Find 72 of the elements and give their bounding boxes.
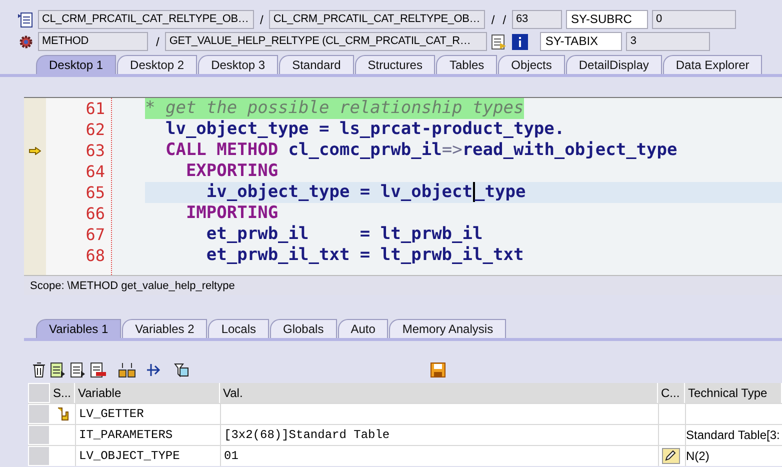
tab[interactable]: Variables 1 — [36, 319, 122, 338]
tab[interactable]: Globals — [270, 319, 337, 338]
row-selector[interactable] — [28, 383, 50, 403]
column-header[interactable]: S... — [50, 383, 75, 403]
code-line: et_prwb_il_txt = lt_prwb_il_txt — [205, 245, 524, 266]
gear-icon — [18, 34, 34, 50]
column-header[interactable]: Technical Type — [685, 383, 782, 403]
code-line: IMPORTING — [184, 203, 278, 224]
table-cell: [3x2(68)]Standard Table — [220, 425, 658, 445]
tab[interactable]: Desktop 3 — [198, 55, 278, 74]
scope-text: Scope: \METHOD get_value_help_reltype — [29, 280, 235, 292]
delete-row-icon — [90, 362, 106, 378]
tab[interactable]: Desktop 1 — [36, 55, 116, 74]
line-number: 65 — [84, 182, 106, 203]
event-field: GET_VALUE_HELP_RELTYPE (CL_CRM_PRCATIL_CAT_R… — [165, 32, 488, 51]
status-icon — [56, 407, 68, 421]
tab[interactable]: Auto — [338, 319, 388, 338]
table-cell: LV_GETTER — [75, 404, 220, 424]
tab[interactable]: Tables — [436, 55, 498, 74]
line-number: 62 — [84, 119, 106, 140]
save-icon — [430, 362, 446, 378]
trash-icon — [32, 362, 46, 378]
technical-type-text: Standard Table[3: — [686, 427, 780, 444]
table-cell: 01 — [220, 446, 658, 466]
table-cell: IT_PARAMETERS — [75, 425, 220, 445]
list-icon — [491, 34, 508, 50]
system-field-name: SY-TABIX — [540, 32, 622, 51]
program-field: CL_CRM_PRCATIL_CAT_RELTYPE_OB… — [38, 10, 254, 29]
code-line: et_prwb_il = lt_prwb_il — [205, 224, 483, 245]
separator-text: / — [259, 12, 264, 28]
line-number: 64 — [84, 161, 106, 182]
system-field-value: 3 — [626, 32, 710, 51]
tab[interactable]: DetailDisplay — [566, 55, 662, 74]
line-number: 67 — [84, 224, 106, 245]
append-row-icon — [70, 362, 86, 378]
table-cell: LV_OBJECT_TYPE — [75, 446, 220, 466]
tab[interactable]: Memory Analysis — [389, 319, 506, 338]
row-selector[interactable] — [28, 446, 50, 466]
row-selector[interactable] — [28, 404, 50, 424]
filter-icon — [174, 362, 190, 378]
tab[interactable]: Desktop 2 — [117, 55, 198, 74]
info-icon — [512, 34, 528, 50]
system-field-value: 0 — [652, 10, 736, 29]
pencil-icon — [662, 448, 680, 464]
include-field: CL_CRM_PRCATIL_CAT_RELTYPE_OB… — [269, 10, 486, 29]
line-number: 63 — [84, 140, 106, 161]
separator-text: / — [155, 34, 160, 50]
separator-text: / — [490, 12, 496, 28]
tab[interactable]: Variables 2 — [122, 319, 208, 338]
tab[interactable]: Structures — [354, 55, 436, 74]
tab[interactable]: Locals — [208, 319, 269, 338]
line-number: 61 — [84, 98, 106, 119]
tab[interactable]: Objects — [498, 55, 565, 74]
column-header[interactable]: C... — [658, 383, 685, 403]
tab[interactable]: Standard — [279, 55, 354, 74]
line-number: 66 — [84, 203, 106, 224]
event-type-field: METHOD — [38, 32, 148, 51]
line-field: 63 — [512, 10, 562, 29]
column-header[interactable]: Val. — [220, 383, 658, 403]
row-selector[interactable] — [28, 425, 50, 445]
code-line: CALL METHOD cl_comc_prwb_il=>read_with_object_type — [164, 140, 678, 161]
insert-row-icon — [50, 362, 66, 378]
tab[interactable]: Data Explorer — [662, 55, 762, 74]
column-header[interactable]: Variable — [75, 383, 220, 403]
document-icon — [18, 12, 34, 28]
line-number: 68 — [84, 245, 106, 266]
separator-text: / — [502, 12, 508, 28]
code-line: EXPORTING — [184, 161, 278, 182]
technical-type-text: N(2) — [686, 448, 710, 465]
code-line: lv_object_type = ls_prcat-product_type. — [164, 119, 565, 140]
system-field-name: SY-SUBRC — [566, 10, 648, 29]
boxes-icon — [118, 362, 136, 378]
